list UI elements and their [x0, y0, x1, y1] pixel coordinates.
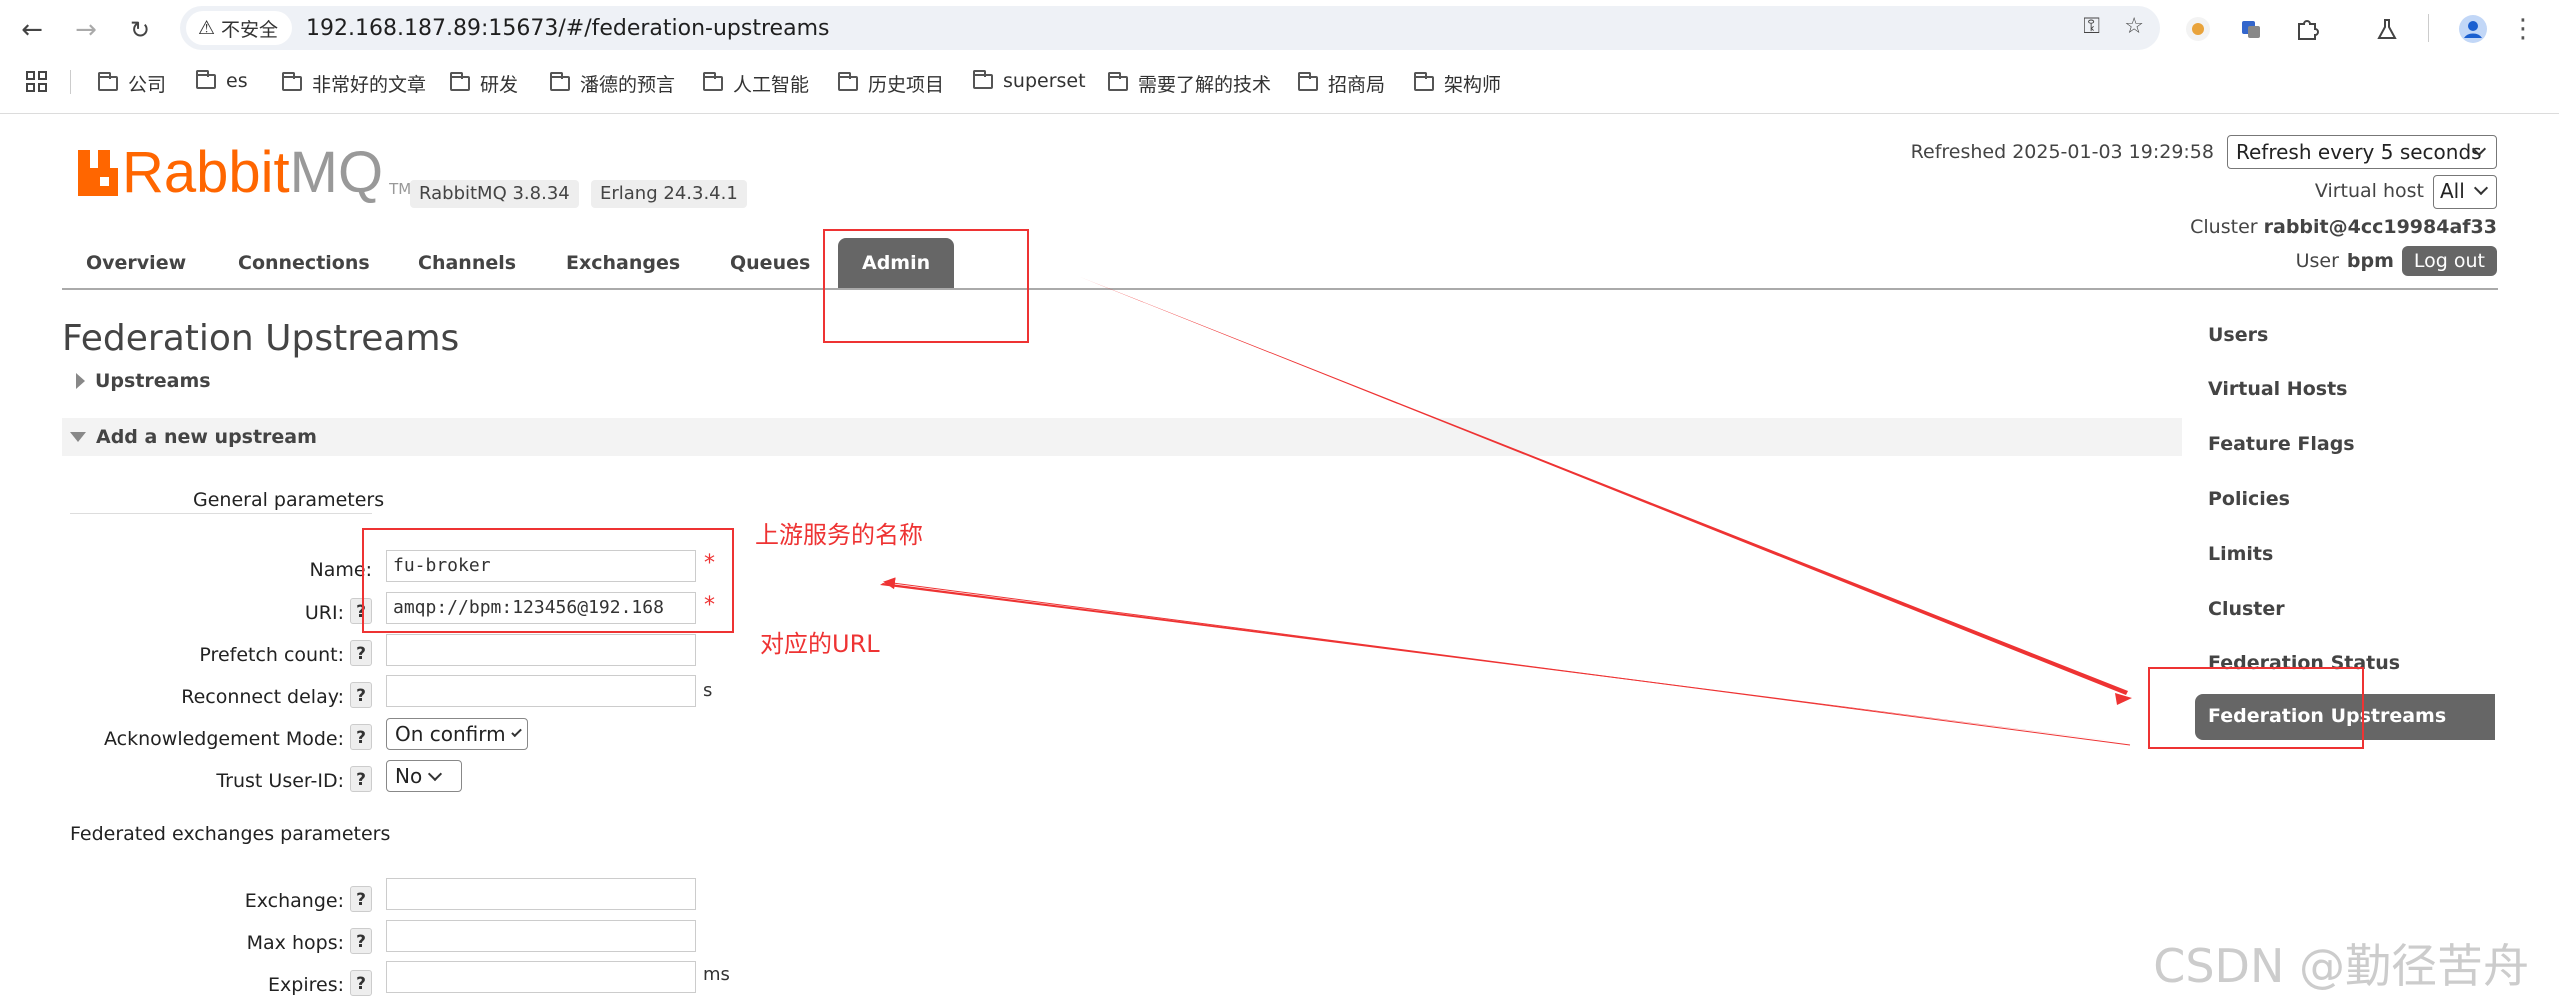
annotation-arrows — [880, 277, 2132, 746]
arrow-line — [883, 577, 2131, 746]
csdn-watermark: CSDN @勤径苦舟 — [2153, 939, 2529, 993]
arrow-head-icon — [2115, 693, 2132, 705]
arrow-to-sidebar — [1080, 277, 2128, 695]
